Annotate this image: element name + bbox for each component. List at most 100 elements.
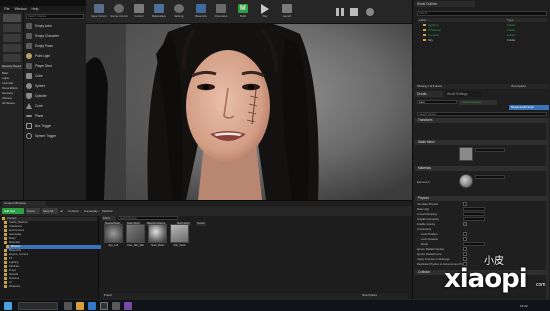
material-field[interactable] xyxy=(475,175,505,179)
marketplace-button[interactable]: Marketplace xyxy=(152,3,166,21)
tree-item[interactable]: Weapons xyxy=(4,285,99,289)
settings-button[interactable]: Settings xyxy=(172,3,186,21)
physics-prop: Linear Damping xyxy=(417,212,437,216)
search-details-input[interactable]: Search Details xyxy=(417,112,547,116)
watermark-latin: xiaopi xyxy=(444,264,528,294)
save-button[interactable]: Save Current xyxy=(91,3,107,21)
selected-actor-name[interactable]: Face xyxy=(417,100,457,104)
start-icon[interactable] xyxy=(4,302,12,310)
lock-rotation-checkbox[interactable] xyxy=(463,237,467,241)
browser-icon[interactable] xyxy=(88,302,96,310)
play-button[interactable]: Play xyxy=(258,3,272,21)
filters-button[interactable]: Filters xyxy=(102,216,116,221)
place-item[interactable]: Cube xyxy=(26,72,84,80)
static-mesh-field[interactable] xyxy=(475,148,505,152)
pause-icon[interactable] xyxy=(336,8,339,16)
breadcrumb-gameplay[interactable]: Gameplay xyxy=(84,208,98,214)
content-button[interactable]: Content xyxy=(132,3,146,21)
asset-tile[interactable]: Face_Skin_Mat xyxy=(126,224,145,252)
eject-icon[interactable] xyxy=(366,8,374,16)
launch-button[interactable]: Launch xyxy=(280,3,294,21)
back-arrow-icon[interactable]: ◀ xyxy=(60,209,62,213)
stop-icon[interactable] xyxy=(350,8,358,16)
materials-section[interactable]: Materials xyxy=(415,166,549,171)
asset-tile[interactable]: Eye_Left xyxy=(104,224,123,252)
taskbar-search-box[interactable] xyxy=(18,302,58,310)
outliner-tab[interactable]: World Outliner xyxy=(415,1,475,7)
geometry-mode-icon[interactable] xyxy=(3,54,21,62)
breadcrumb-content[interactable]: Content xyxy=(68,208,79,214)
angular-damping-field[interactable] xyxy=(463,217,485,221)
place-item[interactable]: Empty Character xyxy=(26,32,84,40)
search-assets-input[interactable]: Search Meshes xyxy=(118,216,178,220)
place-item[interactable]: Plane xyxy=(26,112,84,120)
linear-damping-field[interactable] xyxy=(463,212,485,216)
paint-mode-icon[interactable] xyxy=(3,24,21,32)
explorer-icon[interactable] xyxy=(76,302,84,310)
build-button[interactable]: M Build xyxy=(236,3,250,21)
visual-effects-tab[interactable]: Visual Effects xyxy=(1,87,22,91)
unreal-taskbar-icon[interactable] xyxy=(100,302,108,310)
place-mode-icon[interactable] xyxy=(3,14,21,22)
foliage-mode-icon[interactable] xyxy=(3,44,21,52)
physics-prop: Lock Rotation xyxy=(421,237,439,241)
ignore-radial-impulse-checkbox[interactable] xyxy=(463,247,467,251)
task-view-icon[interactable] xyxy=(64,302,72,310)
place-item[interactable]: Sphere Trigger xyxy=(26,132,84,140)
search-classes-input[interactable]: Search Classes xyxy=(26,14,84,19)
recently-placed-tab[interactable]: Recently Placed xyxy=(1,65,22,69)
geometry-tab[interactable]: Geometry xyxy=(1,92,22,96)
material-thumbnail[interactable] xyxy=(459,174,473,188)
details-tab[interactable]: Details xyxy=(415,91,443,97)
filter-tab[interactable]: Texture xyxy=(196,222,206,226)
mode-dropdown[interactable] xyxy=(463,242,485,246)
outliner-search-input[interactable]: Search... xyxy=(417,11,547,16)
asset-tile[interactable]: Head_Model xyxy=(148,224,167,252)
basic-tab[interactable]: Basic xyxy=(1,72,22,76)
place-item[interactable]: Sphere xyxy=(26,82,84,90)
outliner-header: Label Type xyxy=(417,18,547,22)
site-watermark: 小皮 xiaopi com xyxy=(444,252,548,302)
place-item[interactable]: Cone xyxy=(26,102,84,110)
mass-field[interactable] xyxy=(463,207,485,211)
place-item[interactable]: Box Trigger xyxy=(26,122,84,130)
place-item[interactable]: Empty Pawn xyxy=(26,42,84,50)
volumes-tab[interactable]: Volumes xyxy=(1,97,22,101)
add-new-button[interactable]: Add New xyxy=(2,208,24,214)
place-item[interactable]: Empty Actor xyxy=(26,22,84,30)
blueprint-add-script-button[interactable]: Blueprint/Add Script xyxy=(509,105,549,110)
app-icon[interactable] xyxy=(112,302,120,310)
world-settings-tab[interactable]: World Settings xyxy=(445,91,481,97)
transform-section[interactable]: Transform xyxy=(415,118,549,123)
place-item[interactable]: Cylinder xyxy=(26,92,84,100)
breadcrumb-meshes[interactable]: Meshes xyxy=(102,208,113,214)
outliner-view-options[interactable]: View Options xyxy=(511,84,526,89)
save-all-button[interactable]: Save All xyxy=(42,208,58,214)
blueprints-button[interactable]: Blueprints xyxy=(194,3,208,21)
lock-position-checkbox[interactable] xyxy=(463,232,467,236)
place-item[interactable]: Point Light xyxy=(26,52,84,60)
cinematics-button[interactable]: Cinematics xyxy=(214,3,228,21)
simulate-physics-checkbox[interactable] xyxy=(463,202,467,206)
landscape-mode-icon[interactable] xyxy=(3,34,21,42)
cinematic-tab[interactable]: Cinematic xyxy=(1,82,22,86)
level-viewport[interactable] xyxy=(86,24,412,200)
mesh-thumbnail[interactable] xyxy=(459,147,473,161)
outliner-row[interactable]: Lighting Folder xyxy=(417,23,547,27)
asset-tile[interactable]: Hair_Cards xyxy=(170,224,189,252)
physics-section[interactable]: Physics xyxy=(415,196,549,201)
outliner-row[interactable]: Camera Folder xyxy=(417,33,547,37)
enable-gravity-checkbox[interactable] xyxy=(463,222,467,226)
add-component-button[interactable]: + Add Component xyxy=(459,100,497,105)
app-icon[interactable] xyxy=(124,302,132,310)
source-control-button[interactable]: Source Control xyxy=(110,3,128,21)
all-classes-tab[interactable]: All Classes xyxy=(1,102,22,106)
save-icon xyxy=(94,4,104,13)
import-button[interactable]: Import xyxy=(26,208,40,214)
place-item[interactable]: Player Start xyxy=(26,62,84,70)
outliner-row[interactable]: Character Folder xyxy=(417,28,547,32)
lights-tab[interactable]: Lights xyxy=(1,77,22,81)
static-mesh-section[interactable]: Static Mesh xyxy=(415,140,549,145)
main-toolbar: Save Current Source Control Content Mark… xyxy=(86,0,412,24)
outliner-row[interactable]: Sky Folder xyxy=(417,38,547,42)
